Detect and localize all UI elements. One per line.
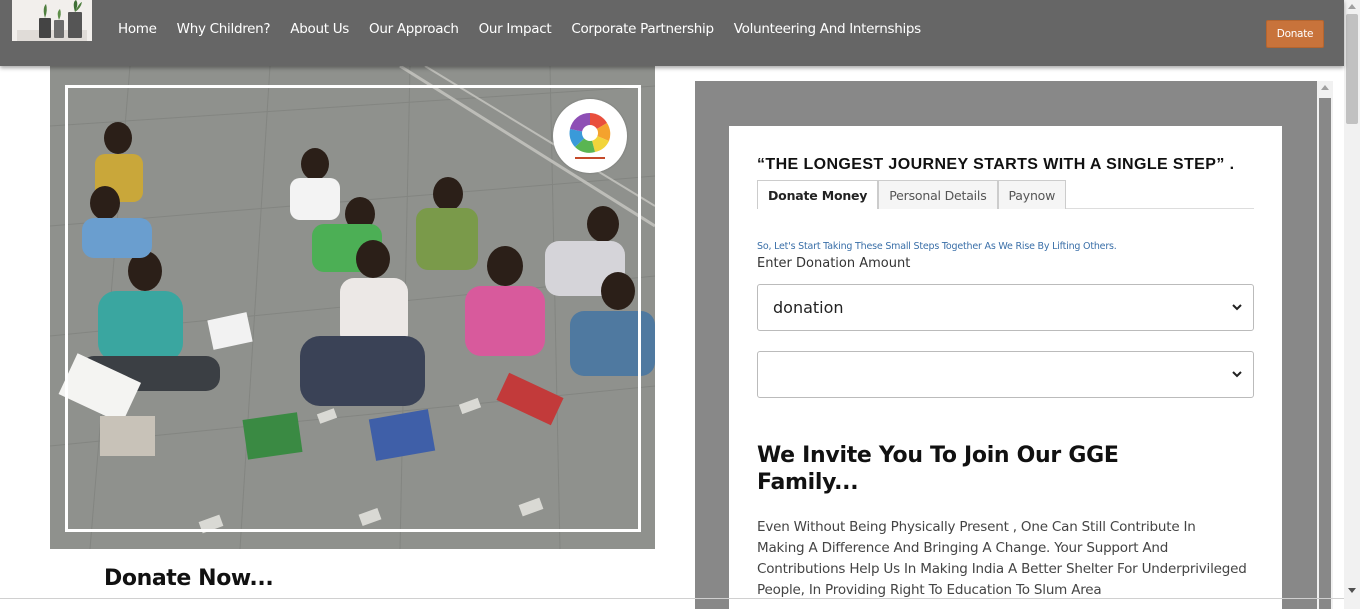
- donation-amount-select[interactable]: [757, 351, 1254, 398]
- quote-heading: “THE LONGEST JOURNEY STARTS WITH A SINGL…: [757, 156, 1235, 173]
- panel-scroll-thumb[interactable]: [1319, 98, 1331, 609]
- scroll-up-arrow-icon[interactable]: [1348, 4, 1356, 9]
- panel-scrollbar[interactable]: [1317, 81, 1333, 609]
- nav-link-why-children[interactable]: Why Children?: [177, 21, 271, 37]
- nav-link-about-us[interactable]: About Us: [290, 21, 349, 37]
- organization-badge-logo-icon: [553, 99, 627, 173]
- plant-pots-logo-icon[interactable]: [12, 0, 92, 41]
- tab-donate-money[interactable]: Donate Money: [757, 180, 879, 209]
- donation-type-select[interactable]: donation: [757, 284, 1254, 331]
- tagline-text: So, Let's Start Taking These Small Steps…: [757, 241, 1117, 252]
- join-family-text: Even Without Being Physically Present , …: [757, 519, 1247, 598]
- divider: [0, 598, 1344, 599]
- chevron-down-icon: [1230, 366, 1244, 382]
- join-family-heading: We Invite You To Join Our GGE Family...: [757, 443, 1119, 495]
- donation-type-value: donation: [773, 298, 844, 317]
- nav-link-our-impact[interactable]: Our Impact: [479, 21, 552, 37]
- donation-amount-label: Enter Donation Amount: [757, 256, 911, 271]
- donate-button[interactable]: Donate: [1266, 20, 1324, 48]
- page: Home Why Children? About Us Our Approach…: [0, 0, 1360, 609]
- tab-personal-details[interactable]: Personal Details: [878, 180, 998, 209]
- page-scroll-thumb[interactable]: [1346, 14, 1358, 124]
- nav-link-home[interactable]: Home: [118, 21, 157, 37]
- tab-paynow[interactable]: Paynow: [997, 180, 1067, 209]
- top-navbar: Home Why Children? About Us Our Approach…: [0, 0, 1344, 66]
- donation-tabs: Donate Money Personal Details Paynow: [757, 180, 1254, 209]
- main-nav: Home Why Children? About Us Our Approach…: [118, 21, 941, 37]
- donate-now-heading: Donate Now...: [104, 566, 274, 591]
- scroll-up-arrow-icon[interactable]: [1321, 85, 1329, 90]
- children-studying-photo-icon: [50, 66, 655, 549]
- nav-link-volunteering[interactable]: Volunteering And Internships: [734, 21, 921, 37]
- nav-link-corporate-partnership[interactable]: Corporate Partnership: [571, 21, 714, 37]
- scroll-down-arrow-icon[interactable]: [1348, 588, 1356, 593]
- chevron-down-icon: [1230, 299, 1244, 315]
- nav-link-our-approach[interactable]: Our Approach: [369, 21, 459, 37]
- page-scrollbar[interactable]: [1344, 0, 1360, 609]
